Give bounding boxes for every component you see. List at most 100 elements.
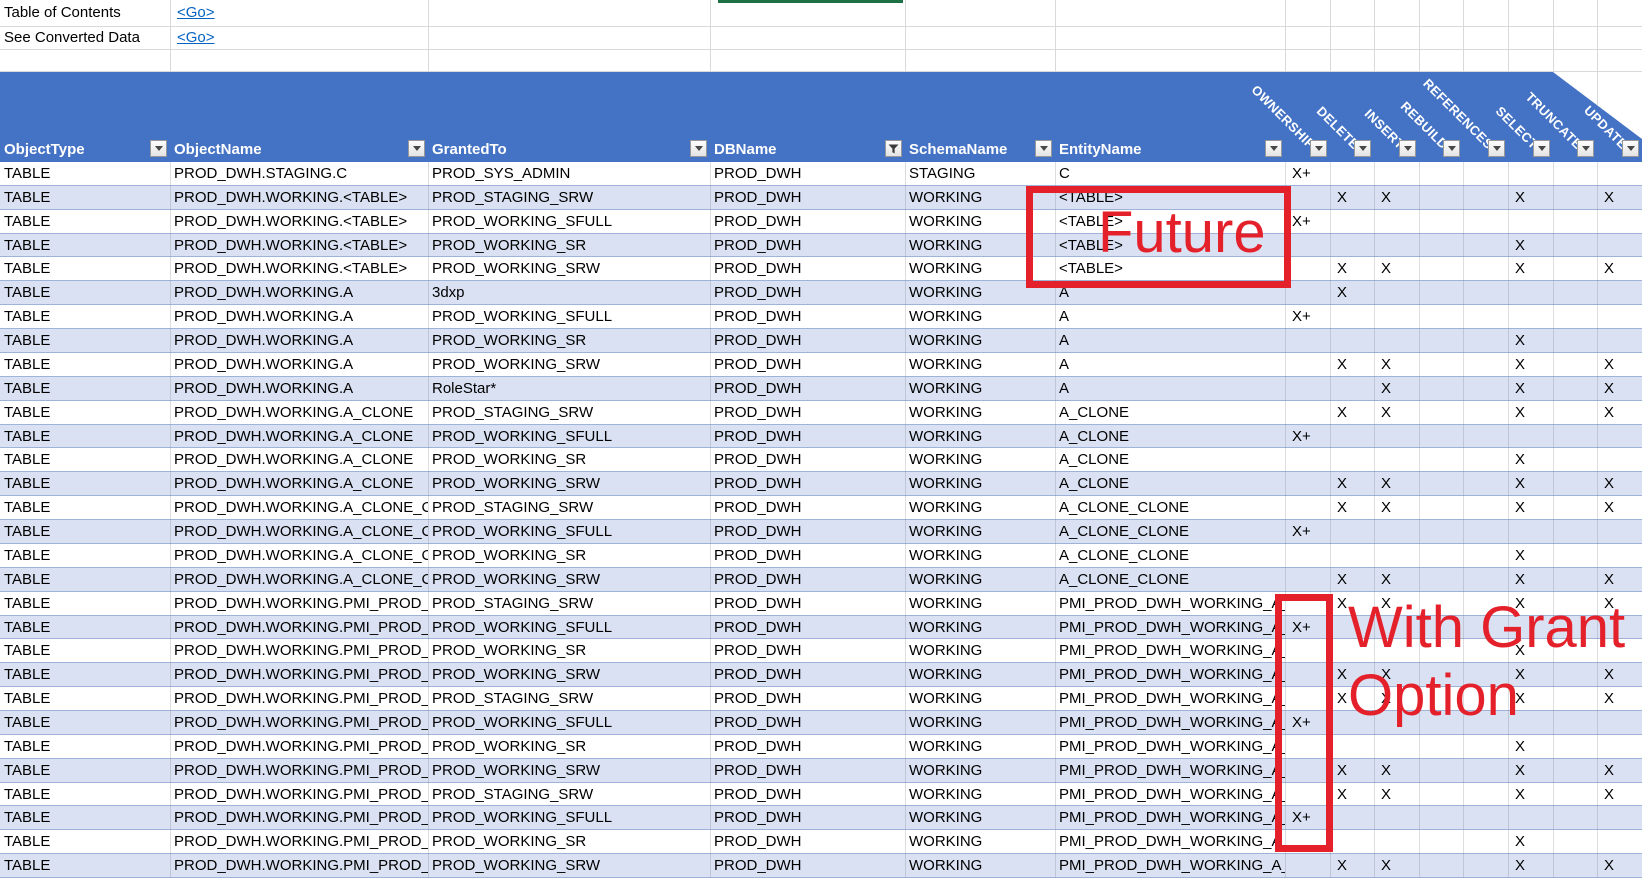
cell-dbname: PROD_DWH [714,308,802,326]
cell-perm-update: X [1604,355,1615,373]
cell-objectname: PROD_DWH.WORKING.A_CLONE_CLONE [174,523,428,541]
cell-dbname: PROD_DWH [714,857,802,875]
cell-perm-insert: X [1381,761,1392,779]
cell-perm-select: X [1515,546,1526,564]
filter-dropdown-rebuild[interactable] [1443,140,1460,157]
cell-grantedto: PROD_STAGING_SRW [432,499,594,517]
cell-perm-insert: X [1381,355,1392,373]
quick-link-label: See Converted Data [4,29,140,46]
cell-objectname: PROD_DWH.STAGING.C [174,165,348,182]
table-row: TABLEPROD_DWH.WORKING.A_CLONE_CLONEPROD_… [0,567,1642,592]
cell-grantedto: PROD_WORKING_SFULL [432,618,613,636]
filter-dropdown-delete[interactable] [1354,140,1371,157]
cell-grantedto: PROD_WORKING_SFULL [432,714,613,731]
filter-dropdown-truncate[interactable] [1577,140,1594,157]
table-header-band: ObjectType ObjectName GrantedTo DBName Schem… [0,72,1642,162]
go-link-see-converted-data[interactable]: <Go> [177,29,215,46]
chevron-down-icon [1269,146,1278,151]
cell-perm-ownership: X+ [1292,165,1311,182]
cell-objecttype: TABLE [4,427,51,445]
gridline [0,26,1642,27]
table-row: TABLEPROD_DWH.WORKING.A_CLONE_CLONEPROD_… [0,544,1642,568]
cell-schemaname: WORKING [909,570,983,588]
filter-dropdown-update[interactable] [1622,140,1639,157]
with-grant-annotation-line2: Option [1348,663,1519,728]
table-row: TABLE PROD_DWH.WORKING.<TABLE> PROD_WORKIN… [0,257,1642,282]
filter-dropdown-ownership[interactable] [1310,140,1327,157]
table-row: TABLE PROD_DWH.WORKING.A RoleStar* PROD_DWH… [0,376,1642,401]
cell-perm-update: X [1604,188,1615,206]
cell-schemaname: WORKING [909,451,983,469]
gridline [710,0,711,71]
filter-dropdown-dbname[interactable] [885,140,902,157]
gridline [905,162,906,878]
filter-dropdown-entityname[interactable] [1265,140,1282,157]
cell-schemaname: WORKING [909,523,983,541]
cell-perm-update: X [1604,475,1615,493]
table-row: TABLEPROD_DWH.WORKING.A_CLONE_CLONEPROD_… [0,496,1642,521]
cell-perm-select: X [1515,236,1526,254]
gridline [170,0,171,71]
gridline [170,162,171,878]
gridline [0,71,1642,72]
cell-objectname: PROD_DWH.WORKING.PMI_PROD_DWH_WORKING_A_… [174,666,428,684]
cell-perm-select: X [1515,833,1526,851]
cell-perm-select: X [1515,332,1526,350]
table-row: TABLE PROD_DWH.WORKING.PMI_PROD_DWH_WORKI… [0,783,1642,807]
cell-schemaname: WORKING [909,833,983,851]
cell-dbname: PROD_DWH [714,809,802,827]
cell-dbname: PROD_DWH [714,451,802,469]
table-row: TABLE PROD_DWH.WORKING.PMI_PROD_DWH_WORKI… [0,854,1642,878]
cell-objecttype: TABLE [4,690,51,708]
cell-perm-select: X [1515,857,1526,875]
cell-perm-select: X [1515,355,1526,373]
cell-dbname: PROD_DWH [714,761,802,779]
cell-grantedto: PROD_WORKING_SRW [432,260,601,278]
cell-objectname: PROD_DWH.WORKING.PMI_PROD_DWH_WORKING_A_… [174,761,428,779]
cell-objecttype: TABLE [4,570,51,588]
cell-perm-insert: X [1381,475,1392,493]
table-row: TABLEPROD_DWH.WORKING.A_CLONE_CLONEPROD_… [0,520,1642,544]
cell-schemaname: WORKING [909,714,983,731]
cell-perm-insert: X [1381,499,1392,517]
cell-entityname: PMI_PROD_DWH_WORKING_A_CLONE_CLONE [1059,737,1285,755]
cell-dbname: PROD_DWH [714,236,802,254]
funnel-filtered-icon [888,144,899,153]
cell-grantedto: PROD_WORKING_SRW [432,857,601,875]
cell-objectname: PROD_DWH.WORKING.<TABLE> [174,212,408,230]
cell-objecttype: TABLE [4,332,51,350]
cell-dbname: PROD_DWH [714,475,802,493]
with-grant-annotation-box [1275,594,1333,852]
filter-dropdown-objectname[interactable] [408,140,425,157]
cell-perm-update: X [1604,499,1615,517]
cell-dbname: PROD_DWH [714,737,802,755]
cell-grantedto: PROD_STAGING_SRW [432,594,594,612]
cell-perm-delete: X [1337,188,1348,206]
cell-dbname: PROD_DWH [714,379,802,397]
cell-objecttype: TABLE [4,666,51,684]
table-row: TABLE PROD_DWH.WORKING.A_CLONE PROD_WORKIN… [0,424,1642,449]
filter-dropdown-insert[interactable] [1399,140,1416,157]
filter-dropdown-schemaname[interactable] [1035,140,1052,157]
go-link-table-of-contents[interactable]: <Go> [177,4,215,21]
filter-dropdown-select[interactable] [1533,140,1550,157]
cell-objectname: PROD_DWH.WORKING.<TABLE> [174,188,408,206]
cell-objecttype: TABLE [4,785,51,803]
cell-entityname: A_CLONE [1059,427,1130,445]
cell-objecttype: TABLE [4,523,51,541]
cell-entityname: PMI_PROD_DWH_WORKING_A_CLONE_CLONE [1059,642,1285,660]
spreadsheet: Table of Contents <Go> See Converted Dat… [0,0,1642,878]
cell-perm-select: X [1515,379,1526,397]
filter-dropdown-objecttype[interactable] [150,140,167,157]
cell-perm-insert: X [1381,379,1392,397]
cell-entityname: A_CLONE [1059,451,1130,469]
cell-perm-update: X [1604,666,1615,684]
filter-dropdown-grantedto[interactable] [690,140,707,157]
table-row: TABLE PROD_DWH.WORKING.A_CLONE PROD_WORKIN… [0,472,1642,497]
cell-dbname: PROD_DWH [714,188,802,206]
cell-grantedto: PROD_SYS_ADMIN [432,165,571,182]
cell-objectname: PROD_DWH.WORKING.A [174,355,354,373]
cell-schemaname: WORKING [909,355,983,373]
chevron-down-icon [412,146,421,151]
filter-dropdown-references[interactable] [1488,140,1505,157]
